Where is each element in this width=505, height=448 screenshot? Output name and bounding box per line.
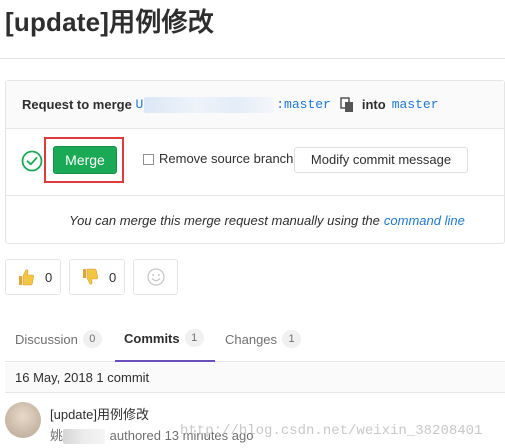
tab-discussion-label: Discussion	[15, 331, 78, 347]
into-label: into	[361, 97, 386, 112]
merge-request-widget: Request to merge U :master into master Me…	[5, 80, 505, 244]
tab-discussion-count: 0	[82, 330, 102, 348]
source-branch-suffix[interactable]: :master	[276, 97, 331, 112]
remove-source-branch-checkbox[interactable]	[143, 154, 154, 165]
thumbs-down-icon	[83, 268, 98, 285]
avatar	[5, 402, 41, 438]
thumbs-up-award-button[interactable]: 0	[5, 259, 61, 295]
page-title: [update]用例修改	[5, 7, 214, 37]
copy-icon[interactable]	[340, 96, 354, 113]
tab-changes[interactable]: Changes 1	[225, 316, 302, 362]
status-check-icon	[21, 150, 43, 172]
commit-title-link[interactable]: [update]用例修改	[50, 404, 149, 423]
manual-merge-text: You can merge this merge request manuall…	[69, 212, 380, 228]
tab-changes-count: 1	[282, 330, 302, 348]
command-line-link[interactable]: command line	[384, 213, 465, 228]
thumbs-up-count: 0	[45, 269, 53, 285]
commit-author-initial[interactable]: 姚	[50, 428, 63, 443]
merge-request-tabs: Discussion 0 Commits 1 Changes 1	[5, 316, 505, 362]
watermark: http://blog.csdn.net/weixin_38208401	[180, 423, 483, 439]
remove-source-branch-label[interactable]: Remove source branch	[159, 151, 293, 166]
tab-commits-label: Commits	[124, 330, 180, 346]
add-reaction-button[interactable]	[133, 259, 178, 295]
thumbs-down-count: 0	[109, 269, 117, 285]
tab-changes-label: Changes	[225, 331, 278, 347]
manual-merge-note: You can merge this merge request manuall…	[6, 196, 504, 244]
thumbs-down-award-button[interactable]: 0	[69, 259, 125, 295]
title-divider	[0, 58, 505, 59]
thumbs-up-icon	[19, 269, 34, 286]
request-to-merge-label: Request to merge	[22, 97, 132, 112]
blurred-author-name	[63, 429, 106, 445]
tab-commits-count: 1	[184, 329, 204, 347]
blurred-branch-name	[144, 96, 275, 113]
merge-actions: Merge Remove source branch Modify commit…	[6, 129, 504, 196]
modify-commit-message-button[interactable]: Modify commit message	[294, 147, 468, 173]
smiley-icon	[147, 268, 165, 286]
tab-commits[interactable]: Commits 1	[115, 316, 215, 362]
commit-date-header: 16 May, 2018 1 commit	[5, 363, 505, 393]
target-branch[interactable]: master	[392, 97, 439, 112]
source-branch-prefix[interactable]: U	[135, 97, 143, 112]
merge-button[interactable]: Merge	[53, 146, 117, 174]
merge-request-header: Request to merge U :master into master	[6, 81, 504, 129]
tab-discussion[interactable]: Discussion 0	[15, 316, 102, 362]
